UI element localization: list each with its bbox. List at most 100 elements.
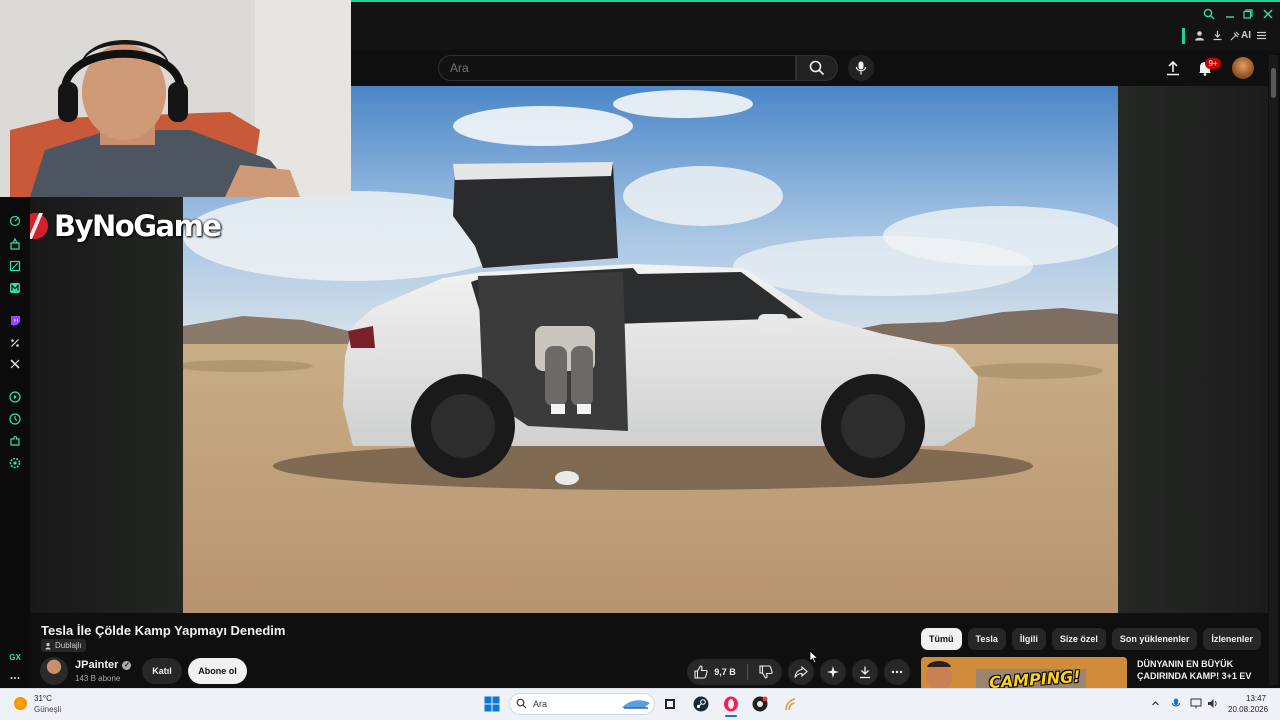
upload-icon: [1167, 60, 1179, 76]
account-avatar[interactable]: [1232, 57, 1254, 79]
steam-icon: [693, 696, 709, 712]
extension-accent: [1182, 28, 1185, 44]
aria-ai-button[interactable]: AI: [1230, 30, 1251, 41]
history-icon[interactable]: [8, 412, 22, 426]
steam-app[interactable]: [692, 695, 710, 713]
more-actions-button[interactable]: [884, 659, 910, 685]
like-button[interactable]: 9,7 B: [687, 659, 743, 685]
channel-name-row[interactable]: JPainter ✓: [75, 659, 132, 671]
windows-logo-icon: [484, 696, 500, 712]
chip-related[interactable]: İlgili: [1011, 628, 1046, 650]
taskbar-search-label: Ara: [533, 699, 548, 709]
messenger-icon[interactable]: [8, 281, 22, 295]
verified-icon: ✓: [122, 660, 132, 670]
chrome-icon: [752, 696, 768, 712]
close-icon[interactable]: [1262, 8, 1274, 23]
tray-overflow-icon[interactable]: [1149, 697, 1161, 709]
twitch-icon[interactable]: [8, 314, 22, 328]
recommended-video-thumbnail[interactable]: CAMPING!: [921, 657, 1127, 688]
minimize-icon[interactable]: [1224, 8, 1236, 23]
download-icon: [860, 666, 870, 679]
network-icon[interactable]: [1190, 697, 1202, 709]
gx-control-icon[interactable]: [8, 237, 22, 251]
discount-icon[interactable]: [8, 336, 22, 350]
more-icon[interactable]: [8, 671, 22, 685]
subscribe-button[interactable]: Abone ol: [188, 658, 247, 684]
like-separator: [747, 664, 748, 680]
taskbar-search-icon: [516, 698, 527, 709]
thumbs-up-icon: [694, 665, 708, 679]
task-view-icon: [665, 699, 675, 709]
ai-label: AI: [1241, 30, 1251, 41]
profile-icon[interactable]: [1194, 30, 1205, 44]
opera-gx-icon: [724, 696, 738, 712]
ask-ai-button[interactable]: [820, 659, 846, 685]
share-icon: [794, 665, 808, 678]
start-button[interactable]: [483, 695, 501, 713]
clock-time[interactable]: 13:47: [1246, 694, 1266, 703]
download-button[interactable]: [852, 659, 878, 685]
dislike-button[interactable]: [749, 659, 782, 685]
ambient-glow-right: [1118, 86, 1268, 613]
settings-icon[interactable]: [8, 456, 22, 470]
browser-search-icon[interactable]: [1203, 8, 1215, 23]
wifi-app[interactable]: [781, 695, 799, 713]
chip-watched[interactable]: İzlenenler: [1203, 628, 1261, 650]
search-button[interactable]: [796, 55, 838, 81]
dubbed-badge: Dublajlı: [41, 639, 86, 652]
sparkle-icon: [827, 666, 839, 678]
dubbed-label: Dublajlı: [55, 641, 82, 650]
like-dislike-group: 9,7 B: [687, 659, 782, 685]
notification-count-badge: 9+: [1205, 58, 1221, 69]
volume-icon[interactable]: [1207, 697, 1219, 709]
webcam-overlay: [0, 0, 351, 197]
related-filter-chips: Tümü Tesla İlgili Size özel Son yüklenen…: [921, 628, 1261, 650]
scrollbar-thumb[interactable]: [1271, 68, 1276, 98]
microphone-tray-icon[interactable]: [1170, 697, 1182, 709]
more-horizontal-icon: [891, 670, 903, 674]
downloads-icon[interactable]: [1212, 30, 1223, 44]
chrome-app[interactable]: [751, 695, 769, 713]
microphone-icon: [855, 61, 867, 75]
channel-logo-overlay: ByNoGame: [20, 208, 222, 244]
weather-condition[interactable]: Güneşli: [34, 705, 61, 714]
extensions-icon[interactable]: [8, 434, 22, 448]
opera-gx-app[interactable]: [722, 695, 740, 713]
restore-icon[interactable]: [1242, 8, 1254, 23]
weather-sun-icon[interactable]: [14, 697, 27, 710]
speed-dial-icon[interactable]: [8, 214, 22, 228]
task-view-button[interactable]: [661, 695, 679, 713]
easy-setup-icon[interactable]: [1256, 30, 1267, 44]
recommended-video-title[interactable]: DÜNYANIN EN BÜYÜK ÇADIRINDA KAMP! 3+1 EV: [1137, 658, 1265, 682]
search-icon: [809, 60, 825, 76]
voice-search-button[interactable]: [848, 55, 874, 81]
scrollbar-track[interactable]: [1269, 55, 1278, 685]
search-highlight-icon: [622, 700, 650, 709]
channel-name[interactable]: JPainter: [75, 659, 118, 671]
video-title: Tesla İle Çölde Kamp Yapmayı Denedim: [41, 623, 286, 638]
player-icon[interactable]: [8, 390, 22, 404]
channel-avatar[interactable]: [40, 657, 68, 685]
active-app-indicator: [725, 715, 737, 717]
subscriber-count: 143 B abone: [75, 674, 121, 683]
chip-for-you[interactable]: Size özel: [1051, 628, 1106, 650]
clock-date[interactable]: 20.08.2026: [1228, 705, 1268, 714]
join-button[interactable]: Katıl: [142, 658, 182, 684]
chip-tesla[interactable]: Tesla: [967, 628, 1006, 650]
gx-label[interactable]: GX: [8, 650, 22, 664]
chip-all[interactable]: Tümü: [921, 628, 962, 650]
webcam-scene: [0, 0, 351, 197]
browser-tab-bar: [351, 0, 1280, 50]
thumbs-down-icon: [758, 665, 773, 679]
signal-icon: [785, 698, 796, 711]
logo-text: ByNoGame: [54, 209, 222, 243]
audio-track-icon: [45, 642, 51, 649]
x-twitter-icon[interactable]: [8, 357, 22, 371]
mouse-cursor-icon: [809, 650, 819, 664]
chip-recently-uploaded[interactable]: Son yüklenenler: [1111, 628, 1198, 650]
weather-temperature[interactable]: 31°C: [34, 694, 52, 703]
gx-cleaner-icon[interactable]: [8, 259, 22, 273]
like-count: 9,7 B: [714, 667, 736, 677]
search-input[interactable]: [438, 55, 796, 81]
upload-button[interactable]: [1163, 58, 1183, 78]
